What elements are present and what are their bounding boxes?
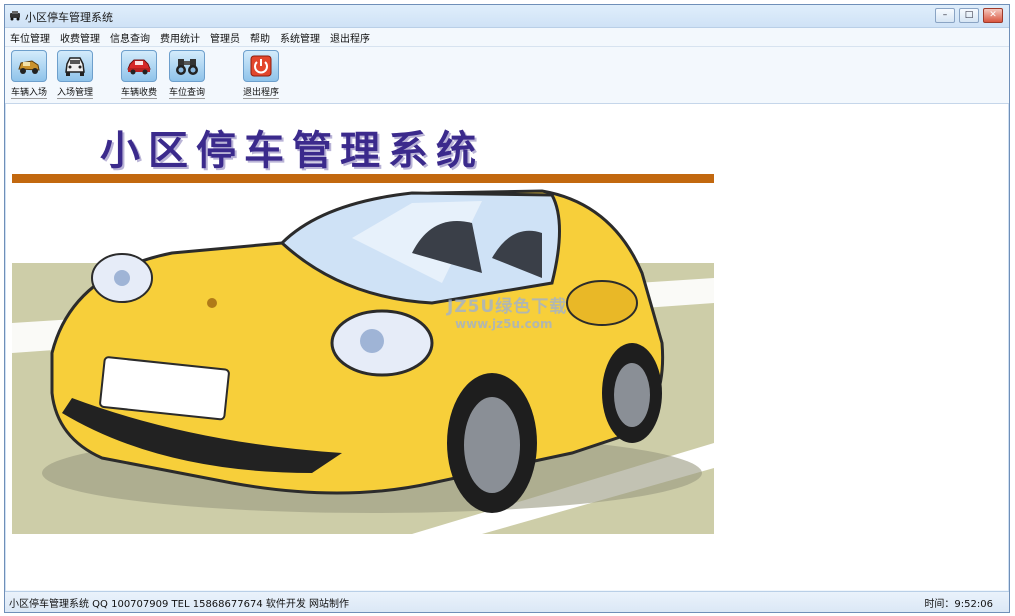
menu-parking-spaces[interactable]: 车位管理: [5, 30, 55, 45]
window-title: 小区停车管理系统: [25, 11, 113, 24]
status-info: 小区停车管理系统 QQ 100707909 TEL 15868677674 软件…: [9, 598, 350, 610]
app-icon: [10, 11, 20, 21]
menu-exit[interactable]: 退出程序: [325, 30, 375, 45]
car-enter-icon: [18, 60, 40, 74]
binoculars-icon: [176, 59, 198, 75]
yellow-car-illustration: [12, 183, 714, 534]
welcome-banner: 小区停车管理系统 JZ5U绿色下载 www.jz5u.com: [12, 104, 714, 534]
menu-fee-statistics[interactable]: 费用统计: [155, 30, 205, 45]
status-clock: 时间：9:52:06: [924, 598, 993, 610]
exit-button[interactable]: 退出程序: [241, 50, 281, 100]
status-bar: 小区停车管理系统 QQ 100707909 TEL 15868677674 软件…: [5, 591, 1009, 612]
tool-label: 入场管理: [56, 85, 93, 99]
watermark: JZ5U绿色下载 www.jz5u.com: [447, 297, 568, 331]
power-icon: [250, 55, 272, 77]
space-query-button[interactable]: 车位查询: [167, 50, 207, 100]
main-content: 小区停车管理系统 JZ5U绿色下载 www.jz5u.com: [6, 104, 1008, 590]
menu-help[interactable]: 帮助: [245, 30, 275, 45]
menu-info-query[interactable]: 信息查询: [105, 30, 155, 45]
maximize-button[interactable]: □: [959, 8, 979, 23]
menu-system[interactable]: 系统管理: [275, 30, 325, 45]
app-window: 小区停车管理系统 – □ ✕ 车位管理 收费管理 信息查询 费用统计 管理员 帮…: [4, 4, 1010, 613]
title-bar[interactable]: 小区停车管理系统 – □ ✕: [5, 5, 1009, 28]
minimize-button[interactable]: –: [935, 8, 955, 23]
car-enter-button[interactable]: 车辆入场: [9, 50, 49, 100]
car-fee-button[interactable]: 车辆收费: [119, 50, 159, 100]
close-button[interactable]: ✕: [983, 8, 1003, 23]
tool-label: 车位查询: [168, 85, 205, 99]
menu-bar: 车位管理 收费管理 信息查询 费用统计 管理员 帮助 系统管理 退出程序: [5, 28, 1009, 47]
toolbar: 车辆入场 入场管理 车辆收费 车位查询 退出程序: [5, 47, 1009, 104]
red-car-icon: [127, 59, 151, 75]
tool-label: 车辆收费: [120, 85, 157, 99]
tool-label: 车辆入场: [10, 85, 47, 99]
menu-fee-management[interactable]: 收费管理: [55, 30, 105, 45]
car-front-icon: [65, 57, 85, 76]
banner-title: 小区停车管理系统: [100, 127, 484, 174]
banner-stripe: [12, 174, 714, 183]
tool-label: 退出程序: [242, 85, 279, 99]
menu-admin[interactable]: 管理员: [205, 30, 245, 45]
car-manage-button[interactable]: 入场管理: [55, 50, 95, 100]
